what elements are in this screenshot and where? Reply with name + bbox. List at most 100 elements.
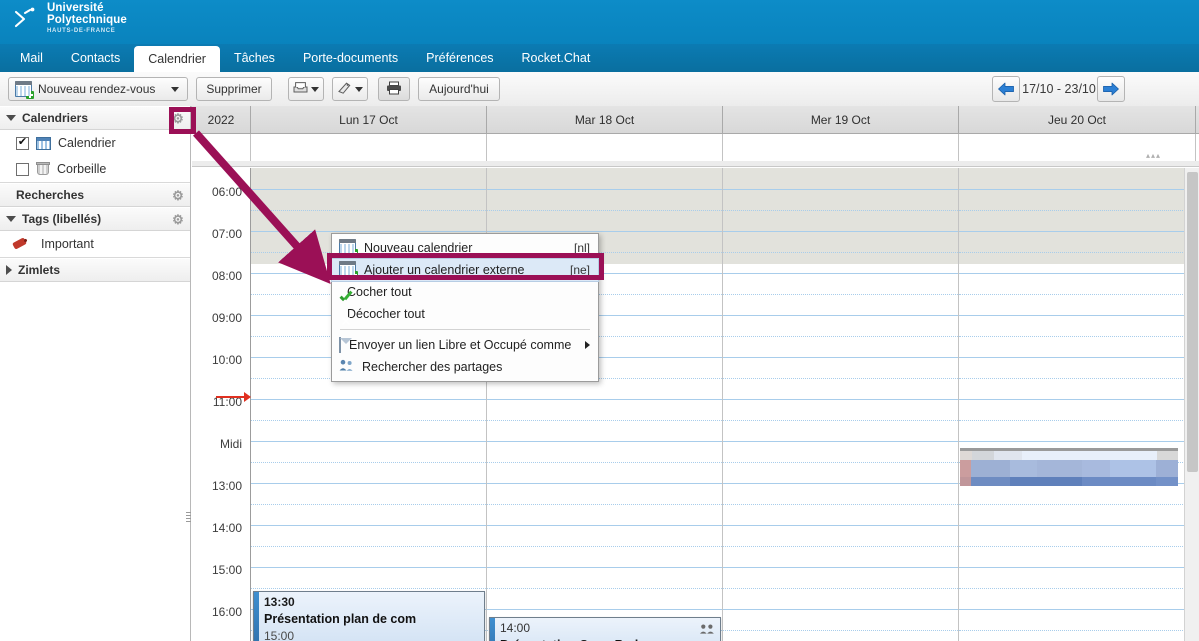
half-hour-line xyxy=(959,294,1195,295)
move-to-folder-button[interactable] xyxy=(288,77,324,101)
print-button[interactable] xyxy=(378,77,410,101)
sidebar-item-calendrier[interactable]: ✔ Calendrier xyxy=(0,130,190,156)
hour-line xyxy=(959,273,1195,274)
event-title: Présentation plan de com xyxy=(264,612,417,626)
chevron-down-icon[interactable] xyxy=(6,216,16,222)
all-day-cell-3[interactable] xyxy=(723,134,959,161)
hour-label-1: 07:00 xyxy=(211,227,242,241)
hour-line xyxy=(723,441,958,442)
menu-item-ajouter-un-calendrier-externe[interactable]: Ajouter un calendrier externe [ne] xyxy=(331,258,599,282)
main-tabbar: Mail Contacts Calendrier Tâches Porte-docume… xyxy=(0,44,1199,72)
delete-button[interactable]: Supprimer xyxy=(196,77,272,101)
tags-section-header[interactable]: Tags (libellés) ⚙ xyxy=(0,207,190,231)
event-color-stripe xyxy=(490,618,495,641)
event-presentation-open-badges[interactable]: 14:00 Présentation Open Badges xyxy=(489,617,721,641)
half-hour-line xyxy=(723,420,958,421)
half-hour-line xyxy=(723,378,958,379)
chevron-down-icon[interactable] xyxy=(171,86,179,92)
half-hour-line xyxy=(251,462,486,463)
university-logo-icon xyxy=(14,6,40,32)
calendars-context-menu[interactable]: Nouveau calendrier [nl] Ajouter un calendr… xyxy=(331,233,599,382)
menu-item-envoyer-un-lien-libre-et-occup-comme[interactable]: Envoyer un lien Libre et Occupé comme xyxy=(332,334,598,356)
corbeille-checkbox[interactable] xyxy=(16,162,29,176)
scrollbar-thumb[interactable] xyxy=(1187,172,1198,472)
sidebar-tag-important[interactable]: Important xyxy=(0,231,190,257)
all-day-cell-1[interactable] xyxy=(251,134,487,161)
tags-gear-icon[interactable]: ⚙ xyxy=(170,211,186,227)
event-start-time: 14:00 xyxy=(500,621,531,635)
all-day-cell-2[interactable] xyxy=(487,134,723,161)
previous-week-button[interactable] xyxy=(992,76,1020,102)
all-day-cell-4[interactable]: ▴▴▴ xyxy=(959,134,1196,161)
new-appointment-button[interactable]: Nouveau rendez-vous xyxy=(8,77,188,101)
menu-separator xyxy=(340,329,590,330)
non-working-hours-shade xyxy=(959,168,1195,264)
half-hour-line xyxy=(959,630,1195,631)
printer-icon xyxy=(386,81,402,98)
more-dots-icon[interactable]: ▴▴▴ xyxy=(1146,151,1161,160)
day-column-3[interactable] xyxy=(723,168,959,641)
tab-calendrier[interactable]: Calendrier xyxy=(134,46,220,72)
today-button[interactable]: Aujourd'hui xyxy=(418,77,500,101)
chevron-down-icon[interactable] xyxy=(355,86,363,92)
menu-item-nouveau-calendrier[interactable]: Nouveau calendrier [nl] xyxy=(332,237,598,259)
calendrier-checkbox[interactable]: ✔ xyxy=(16,136,29,150)
zimbra-calendar-window: Université Polytechnique HAUTS-DE-FRANCE… xyxy=(0,0,1199,641)
hour-line xyxy=(251,399,486,400)
half-hour-line xyxy=(723,252,958,253)
day-column-4[interactable] xyxy=(959,168,1196,641)
day-header-4[interactable]: Jeu 20 Oct xyxy=(959,106,1196,133)
tag-icon xyxy=(337,81,352,97)
day-header-3[interactable]: Mer 19 Oct xyxy=(723,106,959,133)
calendars-gear-icon[interactable]: ⚙ xyxy=(170,110,186,126)
day-header-1[interactable]: Lun 17 Oct xyxy=(251,106,487,133)
searches-section-header[interactable]: Recherches ⚙ xyxy=(0,183,190,207)
event-presentation-plan-de-com[interactable]: 13:30 Présentation plan de com 15:00 xyxy=(253,591,485,641)
hour-line xyxy=(251,441,486,442)
tab-list: Mail Contacts Calendrier Tâches Porte-docume… xyxy=(0,44,1199,72)
tab-t-ches[interactable]: Tâches xyxy=(220,44,289,72)
half-hour-line xyxy=(959,252,1195,253)
brand-logo-text: Université Polytechnique HAUTS-DE-FRANCE xyxy=(47,2,127,35)
chevron-right-icon[interactable] xyxy=(585,341,590,349)
brand-header: Université Polytechnique HAUTS-DE-FRANCE xyxy=(0,0,1199,44)
next-week-button[interactable] xyxy=(1097,76,1125,102)
tab-contacts[interactable]: Contacts xyxy=(57,44,134,72)
chevron-down-icon[interactable] xyxy=(6,115,16,121)
current-time-arrow-icon xyxy=(244,392,251,402)
calendar-year-label: 2022 xyxy=(192,106,251,133)
menu-item-d-cocher-tout[interactable]: Décocher tout xyxy=(332,303,598,325)
tab-pr-f-rences[interactable]: Préférences xyxy=(412,44,507,72)
tag-icon xyxy=(12,237,28,251)
tab-mail[interactable]: Mail xyxy=(6,44,57,72)
hour-line xyxy=(723,609,958,610)
hour-line xyxy=(487,441,722,442)
day-header-2[interactable]: Mar 18 Oct xyxy=(487,106,723,133)
sidebar-splitter-handle[interactable] xyxy=(185,508,192,526)
sidebar-item-corbeille[interactable]: Corbeille xyxy=(0,156,190,182)
half-hour-line xyxy=(487,546,722,547)
event-redacted-thursday[interactable] xyxy=(960,448,1178,486)
searches-gear-icon[interactable]: ⚙ xyxy=(170,187,186,203)
half-hour-line xyxy=(723,546,958,547)
tab-rocket-chat[interactable]: Rocket.Chat xyxy=(508,44,605,72)
time-gutter: 06:00 07:00 08:00 09:00 10:00 11:00 Midi 13:00 1… xyxy=(192,168,251,641)
half-hour-line xyxy=(487,504,722,505)
tag-button[interactable] xyxy=(332,77,368,101)
menu-item-accelerator: [nl] xyxy=(573,241,590,255)
left-sidebar: Calendriers ⚙ ✔ Calendrier Corbeille Rec… xyxy=(0,106,191,641)
half-hour-line xyxy=(959,420,1195,421)
zimlets-section-header[interactable]: Zimlets xyxy=(0,258,190,282)
tab-porte-documents[interactable]: Porte-documents xyxy=(289,44,412,72)
chevron-right-icon[interactable] xyxy=(6,265,12,275)
half-hour-line xyxy=(959,546,1195,547)
half-hour-line xyxy=(723,210,958,211)
calendar-vertical-scrollbar[interactable] xyxy=(1184,168,1199,641)
half-hour-line xyxy=(487,420,722,421)
half-hour-line xyxy=(723,294,958,295)
menu-item-rechercher-des-partages[interactable]: Rechercher des partages xyxy=(332,356,598,378)
menu-item-cocher-tout[interactable]: Cocher tout xyxy=(332,281,598,303)
chevron-down-icon[interactable] xyxy=(311,86,319,92)
half-hour-line xyxy=(251,504,486,505)
calendars-section-header[interactable]: Calendriers ⚙ xyxy=(0,106,190,130)
